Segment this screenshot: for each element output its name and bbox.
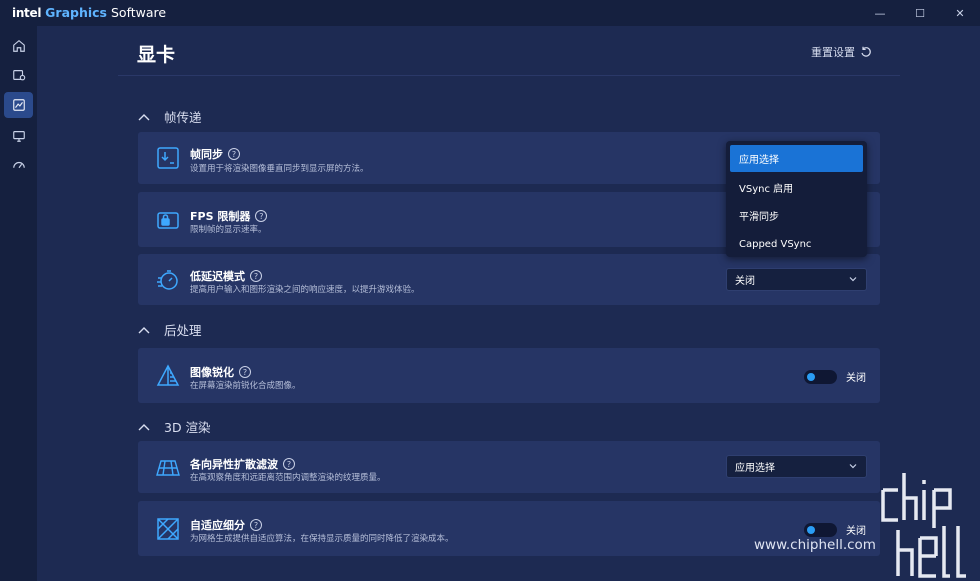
display-icon [12,131,25,142]
toggle-knob [807,372,815,381]
setting-description: 在屏幕渲染前锐化合成图像。 [190,381,301,391]
setting-description: 在高观察角度和远距离范围内调整渲染的纹理质量。 [190,473,386,483]
help-icon[interactable]: ? [283,458,295,470]
toggle-state: 关闭 [846,526,866,537]
setting-title: FPS 限制器 [190,210,251,223]
reset-icon [861,46,871,57]
setting-title: 低延迟模式 [190,270,245,283]
setting-low-latency: 低延迟模式 ? 提高用户输入和图形渲染之间的响应速度，以提升游戏体验。 关闭 [138,254,880,305]
section-frame-delivery[interactable]: 帧传递 [138,107,202,126]
toggle-knob [807,525,815,534]
setting-title: 帧同步 [190,148,223,161]
dropdown-option[interactable]: VSync 启用 [730,174,863,201]
toggle-state: 关闭 [846,373,866,384]
setting-title: 自适应细分 [190,519,245,532]
setting-image-sharpening: 图像锐化 ? 在屏幕渲染前锐化合成图像。 关闭 [138,348,880,403]
left-nav-rail [0,26,37,581]
sharpening-icon [156,364,180,388]
low-latency-select[interactable]: 关闭 [726,268,867,291]
select-value: 关闭 [735,276,755,287]
setting-description: 设置用于将渲染图像垂直同步到显示屏的方法。 [190,164,369,174]
sharpening-toggle[interactable] [804,369,837,384]
dropdown-option[interactable]: 平滑同步 [730,202,863,229]
title-bar: intel Graphics Software — ☐ ✕ [0,0,980,26]
intel-logo: intel [12,6,42,20]
help-icon[interactable]: ? [228,148,240,160]
chevron-down-icon [849,277,857,282]
reset-label: 重置设置 [811,46,855,59]
help-icon[interactable]: ? [239,366,251,378]
nav-performance[interactable] [4,153,33,179]
adaptive-tessellation-toggle[interactable] [804,522,837,537]
brand-software: Software [111,5,167,20]
performance-icon [12,162,25,169]
setting-description: 为网格生成提供自适应算法，在保持显示质量的同时降低了渲染成本。 [190,534,454,544]
vsync-dropdown-menu: 应用选择 VSync 启用 平滑同步 Capped VSync [726,141,867,257]
apps-icon [12,70,25,81]
app-brand: intel Graphics Software [12,5,166,20]
tessellation-icon [156,517,180,541]
dropdown-option[interactable]: 应用选择 [730,145,863,172]
maximize-button[interactable]: ☐ [900,0,940,26]
section-label: 3D 渲染 [164,420,211,435]
setting-description: 限制帧的显示速率。 [190,225,267,235]
chevron-up-icon [138,423,150,430]
help-icon[interactable]: ? [250,519,262,531]
help-icon[interactable]: ? [250,270,262,282]
chevron-down-icon [849,464,857,469]
dropdown-option[interactable]: Capped VSync [730,231,863,258]
setting-title: 各向异性扩散滤波 [190,458,278,471]
watermark-logo [881,473,966,578]
nav-graphics[interactable] [4,92,33,118]
section-label: 帧传递 [164,110,202,125]
stopwatch-icon [156,268,180,292]
nav-home[interactable] [4,33,33,59]
setting-description: 提高用户输入和图形渲染之间的响应速度，以提升游戏体验。 [190,285,420,295]
section-post-processing[interactable]: 后处理 [138,320,202,339]
close-button[interactable]: ✕ [940,0,980,26]
fps-limiter-icon [156,208,180,232]
setting-anisotropic-filtering: 各向异性扩散滤波 ? 在高观察角度和远距离范围内调整渲染的纹理质量。 应用选择 [138,441,880,493]
reset-settings-button[interactable]: 重置设置 [811,44,872,60]
chevron-up-icon [138,326,150,333]
page-title: 显卡 [137,44,176,66]
graphics-icon [12,99,25,111]
minimize-button[interactable]: — [860,0,900,26]
setting-title: 图像锐化 [190,366,234,379]
section-3d-rendering[interactable]: 3D 渲染 [138,417,211,436]
help-icon[interactable]: ? [255,210,268,222]
brand-graphics: Graphics [45,5,107,20]
select-value: 应用选择 [735,463,775,474]
vsync-icon [156,146,180,170]
anisotropic-select[interactable]: 应用选择 [726,455,867,478]
chevron-up-icon [138,113,150,120]
texture-grid-icon [156,456,180,480]
watermark-url: www.chiphell.com [754,537,876,553]
nav-display[interactable] [4,123,33,149]
home-icon [12,40,25,52]
section-label: 后处理 [164,323,202,338]
nav-apps[interactable] [4,62,33,88]
header-divider [118,75,900,76]
